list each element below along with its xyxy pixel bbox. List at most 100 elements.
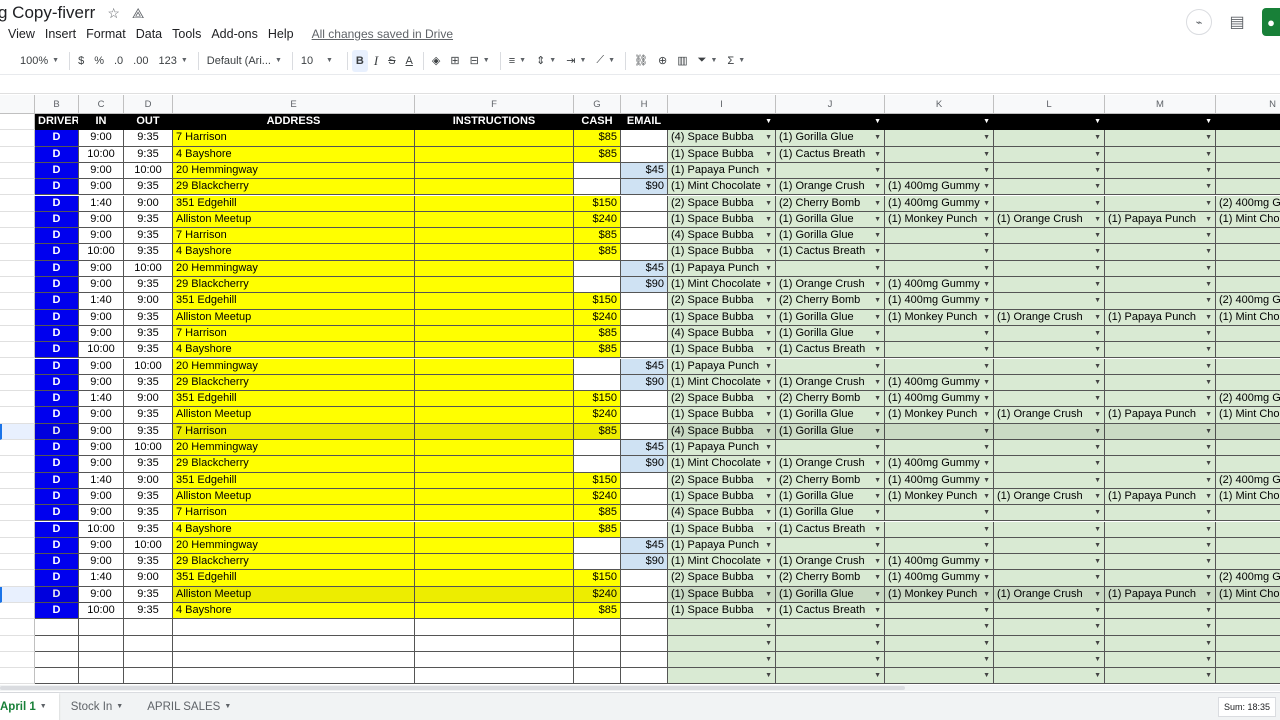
cash-cell[interactable]: $85: [574, 423, 621, 440]
email-cell[interactable]: $90: [621, 554, 668, 571]
instructions-cell[interactable]: [415, 635, 574, 652]
dropdown-arrow-icon[interactable]: ▼: [1205, 228, 1212, 243]
dropdown-arrow-icon[interactable]: ▼: [1094, 636, 1101, 651]
driver-cell[interactable]: D: [35, 488, 79, 506]
address-cell[interactable]: 4 Bayshore: [173, 244, 415, 261]
dropdown-arrow-icon[interactable]: ▼: [1205, 489, 1212, 504]
column-header-k[interactable]: K: [885, 95, 994, 114]
instructions-cell[interactable]: [415, 293, 574, 310]
dropdown-arrow-icon[interactable]: ▼: [765, 261, 772, 276]
dropdown-arrow-icon[interactable]: ▼: [983, 293, 990, 308]
dropdown-arrow-icon[interactable]: ▼: [1205, 587, 1212, 602]
row-header[interactable]: [0, 537, 35, 555]
row-header[interactable]: [0, 472, 35, 489]
italic-icon[interactable]: I: [370, 50, 382, 72]
item-cell[interactable]: (1) Space Bubba ▼: [668, 342, 776, 359]
item-cell[interactable]: ▼: [1105, 651, 1216, 669]
in-time-cell[interactable]: 1:40: [79, 293, 124, 310]
out-time-cell[interactable]: 9:35: [124, 505, 173, 522]
cash-cell[interactable]: $85: [574, 146, 621, 163]
item-cell[interactable]: ▼: [1216, 260, 1280, 277]
dropdown-arrow-icon[interactable]: ▼: [1094, 554, 1101, 569]
item-cell[interactable]: ▼: [994, 668, 1105, 685]
row-header[interactable]: [0, 114, 35, 131]
dropdown-arrow-icon[interactable]: ▼: [983, 342, 990, 357]
instructions-cell[interactable]: [415, 423, 574, 440]
cash-cell[interactable]: $85: [574, 244, 621, 261]
menu-format[interactable]: Format: [86, 27, 126, 41]
item-cell[interactable]: ▼: [1105, 619, 1216, 636]
address-cell[interactable]: 351 Edgehill: [173, 391, 415, 408]
dropdown-arrow-icon[interactable]: ▼: [874, 196, 881, 211]
dropdown-arrow-icon[interactable]: ▼: [874, 570, 881, 585]
in-time-cell[interactable]: 9:00: [79, 586, 124, 603]
item-cell[interactable]: ▼: [885, 260, 994, 277]
driver-cell[interactable]: D: [35, 537, 79, 555]
dropdown-arrow-icon[interactable]: ▼: [983, 440, 990, 455]
item-cell[interactable]: ▼: [1105, 244, 1216, 261]
out-time-cell[interactable]: 9:35: [124, 277, 173, 294]
item-cell[interactable]: ▼: [994, 195, 1105, 212]
comments-icon[interactable]: ▤: [1226, 11, 1248, 33]
dropdown-arrow-icon[interactable]: ▼: [1205, 424, 1212, 439]
cash-cell[interactable]: $150: [574, 195, 621, 212]
item-cell[interactable]: ▼: [994, 570, 1105, 587]
menu-view[interactable]: View: [8, 27, 35, 41]
fill-color-icon[interactable]: ◈: [428, 50, 444, 72]
address-cell[interactable]: Alliston Meetup: [173, 407, 415, 424]
dropdown-arrow-icon[interactable]: ▼: [1205, 359, 1212, 374]
item-cell[interactable]: (1) Orange Crush ▼: [994, 309, 1105, 326]
cash-cell[interactable]: [574, 374, 621, 392]
dropdown-arrow-icon[interactable]: ▼: [1205, 636, 1212, 651]
filter-icon[interactable]: ⏷ ▼: [694, 50, 722, 72]
sheet-tab-april-sales[interactable]: APRIL SALES ▼: [135, 693, 243, 720]
dropdown-arrow-icon[interactable]: ▼: [874, 538, 881, 553]
in-time-cell[interactable]: 9:00: [79, 228, 124, 245]
document-title[interactable]: g Copy-fiverr: [0, 3, 95, 23]
dropdown-arrow-icon[interactable]: ▼: [1205, 114, 1212, 129]
item-cell[interactable]: (1) Cactus Breath ▼: [776, 521, 885, 538]
menu-tools[interactable]: Tools: [172, 27, 201, 41]
email-cell[interactable]: [621, 407, 668, 424]
dropdown-arrow-icon[interactable]: ▼: [1094, 196, 1101, 211]
driver-cell[interactable]: D: [35, 130, 79, 147]
item-cell[interactable]: ▼: [1105, 325, 1216, 343]
menu-data[interactable]: Data: [136, 27, 162, 41]
row-header[interactable]: [0, 456, 35, 473]
row-header[interactable]: [0, 619, 35, 636]
email-cell[interactable]: $45: [621, 537, 668, 555]
row-header[interactable]: [0, 440, 35, 457]
dropdown-arrow-icon[interactable]: ▼: [765, 163, 772, 178]
dropdown-arrow-icon[interactable]: ▼: [874, 326, 881, 341]
dropdown-arrow-icon[interactable]: ▼: [765, 636, 772, 651]
column-header-h[interactable]: H: [621, 95, 668, 114]
instructions-cell[interactable]: [415, 358, 574, 375]
dropdown-arrow-icon[interactable]: ▼: [765, 310, 772, 325]
row-header[interactable]: [0, 423, 35, 440]
in-time-cell[interactable]: 10:00: [79, 146, 124, 163]
in-time-cell[interactable]: 9:00: [79, 358, 124, 375]
out-time-cell[interactable]: 9:35: [124, 244, 173, 261]
cash-cell[interactable]: $85: [574, 521, 621, 538]
address-cell[interactable]: 4 Bayshore: [173, 521, 415, 538]
item-cell[interactable]: (1) Papaya Punch ▼: [668, 440, 776, 457]
email-cell[interactable]: [621, 505, 668, 522]
dropdown-arrow-icon[interactable]: ▼: [1205, 619, 1212, 634]
item-cell[interactable]: (1) Space Bubba ▼: [668, 521, 776, 538]
cash-cell[interactable]: [574, 456, 621, 473]
dropdown-arrow-icon[interactable]: ▼: [874, 424, 881, 439]
star-icon[interactable]: ☆: [107, 5, 120, 22]
cash-cell[interactable]: [574, 260, 621, 277]
dropdown-arrow-icon[interactable]: ▼: [1094, 212, 1101, 227]
instructions-cell[interactable]: [415, 130, 574, 147]
address-cell[interactable]: 20 Hemmingway: [173, 440, 415, 457]
item-cell[interactable]: (1) Papaya Punch ▼: [668, 162, 776, 180]
out-time-cell[interactable]: 10:00: [124, 440, 173, 457]
item-cell[interactable]: (1) Mint Choco▼: [1216, 407, 1280, 424]
item-cell[interactable]: ▼: [885, 423, 994, 440]
out-time-cell[interactable]: 9:35: [124, 423, 173, 440]
dropdown-arrow-icon[interactable]: ▼: [765, 668, 772, 683]
cash-cell[interactable]: $240: [574, 407, 621, 424]
driver-cell[interactable]: D: [35, 342, 79, 359]
out-time-cell[interactable]: 9:35: [124, 488, 173, 506]
